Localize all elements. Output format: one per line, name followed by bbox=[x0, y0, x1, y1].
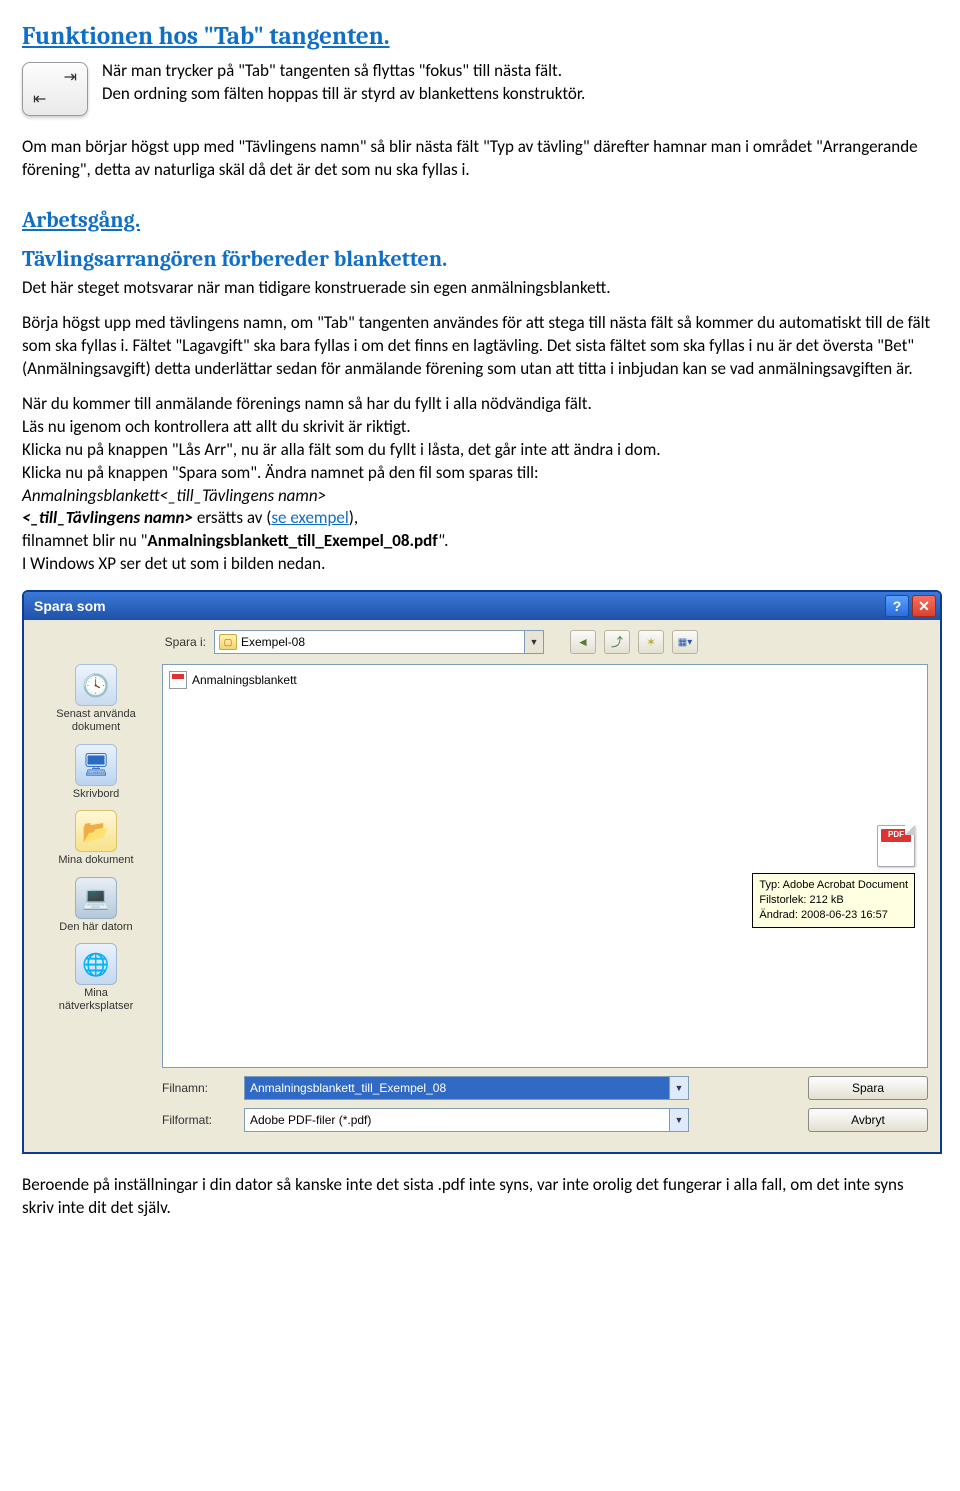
file-item-label: Anmalningsblankett bbox=[192, 672, 297, 688]
heading-tab-function: Funktionen hos "Tab" tangenten. bbox=[22, 20, 938, 54]
save-in-label: Spara i: bbox=[146, 634, 206, 650]
place-network[interactable]: 🌐 Mina nätverksplatser bbox=[36, 943, 156, 1012]
dialog-titlebar[interactable]: Spara som ? ✕ bbox=[24, 592, 940, 620]
tab-para-2: Den ordning som fälten hoppas till är st… bbox=[102, 83, 585, 106]
save-in-value: Exempel-08 bbox=[241, 634, 305, 650]
nav-back-icon[interactable]: ◄ bbox=[570, 630, 596, 654]
tab-arrow-left-icon: ⇤ bbox=[33, 89, 46, 111]
chevron-down-icon[interactable]: ▼ bbox=[669, 1109, 688, 1131]
network-icon: 🌐 bbox=[75, 943, 117, 985]
filetype-value: Adobe PDF-filer (*.pdf) bbox=[250, 1112, 371, 1128]
result-filename: Anmalningsblankett_till_Exempel_08.pdf bbox=[147, 530, 437, 551]
tooltip-modified: Ändrad: 2008-06-23 16:57 bbox=[759, 908, 908, 923]
filetype-dropdown[interactable]: Adobe PDF-filer (*.pdf) ▼ bbox=[244, 1108, 689, 1132]
main-para-1: Börja högst upp med tävlingens namn, om … bbox=[22, 312, 938, 381]
file-list-area[interactable]: Anmalningsblankett Typ: Adobe Acrobat Do… bbox=[162, 664, 928, 1068]
filename-label: Filnamn: bbox=[162, 1080, 234, 1096]
cancel-button[interactable]: Avbryt bbox=[808, 1108, 928, 1132]
see-example-link[interactable]: se exempel bbox=[271, 507, 348, 528]
mp2-a: När du kommer till anmälande förenings n… bbox=[22, 393, 592, 414]
tab-key-row: ⇥ ⇤ När man trycker på "Tab" tangenten s… bbox=[22, 60, 938, 116]
tab-intro-text: När man trycker på "Tab" tangenten så fl… bbox=[102, 60, 585, 106]
place-computer[interactable]: 💻 Den här datorn bbox=[36, 877, 156, 934]
place-mydocs[interactable]: 📂 Mina dokument bbox=[36, 810, 156, 867]
result-c: ". bbox=[438, 530, 449, 551]
replace-text: ersätts av ( bbox=[193, 507, 271, 528]
chevron-down-icon[interactable]: ▼ bbox=[669, 1077, 688, 1099]
result-a: filnamnet blir nu " bbox=[22, 530, 147, 551]
file-tooltip: Typ: Adobe Acrobat Document Filstorlek: … bbox=[752, 825, 915, 928]
save-button[interactable]: Spara bbox=[808, 1076, 928, 1100]
place-recent[interactable]: 🕓 Senast använda dokument bbox=[36, 664, 156, 733]
place-network-label: Mina nätverksplatser bbox=[59, 987, 134, 1012]
tab-arrow-right-icon: ⇥ bbox=[64, 67, 77, 89]
pdf-file-icon bbox=[169, 671, 187, 689]
dialog-title-text: Spara som bbox=[34, 597, 106, 616]
tab-key-icon: ⇥ ⇤ bbox=[22, 62, 88, 116]
replace-close: ), bbox=[349, 507, 358, 528]
nav-up-icon[interactable]: ⤴ bbox=[604, 630, 630, 654]
filename-input[interactable]: Anmalningsblankett_till_Exempel_08 ▼ bbox=[244, 1076, 689, 1100]
heading-workflow: Arbetsgång. bbox=[22, 206, 938, 236]
close-button[interactable]: ✕ bbox=[912, 595, 936, 617]
filename-value: Anmalningsblankett_till_Exempel_08 bbox=[250, 1080, 446, 1096]
save-in-dropdown[interactable]: ▢ Exempel-08 ▼ bbox=[214, 630, 544, 654]
tooltip-size: Filstorlek: 212 kB bbox=[759, 893, 908, 908]
chevron-down-icon[interactable]: ▼ bbox=[524, 631, 543, 653]
pdf-large-icon bbox=[877, 825, 915, 867]
tab-para-3: Om man börjar högst upp med "Tävlingens … bbox=[22, 136, 938, 182]
mp2-c: Klicka nu på knappen "Lås Arr", nu är al… bbox=[22, 439, 661, 460]
xp-note: I Windows XP ser det ut som i bilden ned… bbox=[22, 553, 325, 574]
tooltip-type: Typ: Adobe Acrobat Document bbox=[759, 878, 908, 893]
filetype-label: Filformat: bbox=[162, 1112, 234, 1128]
tab-para-1: När man trycker på "Tab" tangenten så fl… bbox=[102, 60, 585, 83]
place-desktop-label: Skrivbord bbox=[73, 788, 119, 801]
mydocs-icon: 📂 bbox=[75, 810, 117, 852]
mp2-b: Läs nu igenom och kontrollera att allt d… bbox=[22, 416, 411, 437]
file-item[interactable]: Anmalningsblankett bbox=[169, 671, 921, 689]
nav-newfolder-icon[interactable]: ✶ bbox=[638, 630, 664, 654]
places-bar: 🕓 Senast använda dokument 🖥 Skrivbord 📂 … bbox=[36, 664, 162, 1068]
recent-docs-icon: 🕓 bbox=[75, 664, 117, 706]
replace-token: <_till_Tävlingens namn> bbox=[22, 507, 193, 528]
filename-template: Anmalningsblankett<_till_Tävlingens namn… bbox=[22, 485, 326, 506]
place-recent-label: Senast använda dokument bbox=[56, 708, 136, 733]
place-mydocs-label: Mina dokument bbox=[58, 854, 133, 867]
save-as-dialog: Spara som ? ✕ Spara i: ▢ Exempel-08 ▼ ◄ … bbox=[22, 590, 942, 1154]
place-desktop[interactable]: 🖥 Skrivbord bbox=[36, 744, 156, 801]
heading-prepare: Tävlingsarrangören förbereder blanketten… bbox=[22, 245, 938, 275]
after-para: Beroende på inställningar i din dator så… bbox=[22, 1174, 938, 1220]
folder-icon: ▢ bbox=[219, 634, 237, 650]
main-para-2: När du kommer till anmälande förenings n… bbox=[22, 393, 938, 577]
nav-views-icon[interactable]: ▦▾ bbox=[672, 630, 698, 654]
place-computer-label: Den här datorn bbox=[59, 921, 132, 934]
computer-icon: 💻 bbox=[75, 877, 117, 919]
mp2-d: Klicka nu på knappen "Spara som". Ändra … bbox=[22, 462, 539, 483]
help-button[interactable]: ? bbox=[885, 595, 909, 617]
prep-para: Det här steget motsvarar när man tidigar… bbox=[22, 277, 938, 300]
desktop-icon: 🖥 bbox=[75, 744, 117, 786]
